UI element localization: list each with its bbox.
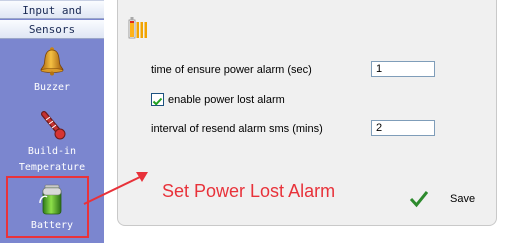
power-alarm-time-label: time of ensure power alarm (sec) [151,64,312,76]
checkmark-icon [152,97,163,106]
save-label: Save [450,193,476,205]
resend-interval-label: interval of resend alarm sms (mins) [151,123,323,135]
battery-highlight-box [6,176,89,238]
save-button[interactable]: Save [408,184,488,214]
sidebar: Input and Output Sensors Buzzer [0,0,104,243]
battery-level-icon [128,17,147,39]
power-lost-alarm-checkbox[interactable] [151,93,164,106]
section-sensors[interactable]: Sensors [0,20,104,39]
resend-interval-input[interactable]: 2 [371,120,435,136]
power-lost-alarm-label: enable power lost alarm [168,94,285,106]
sidebar-item-temperature[interactable]: Build-in Temperature [0,110,104,174]
sidebar-item-label: Buzzer [33,82,71,93]
thermometer-icon [41,111,66,140]
power-alarm-time-input[interactable]: 1 [371,61,435,77]
checkmark-icon [410,191,428,208]
section-input-output[interactable]: Input and Output [0,0,104,36]
content-panel: time of ensure power alarm (sec) 1 enabl… [105,0,505,243]
sidebar-item-label-line2: Temperature [18,162,86,173]
sidebar-item-label-line1: Build-in [27,146,77,157]
sidebar-item-buzzer[interactable]: Buzzer [0,46,104,94]
bell-icon [40,47,64,76]
annotation-text: Set Power Lost Alarm [162,181,336,201]
